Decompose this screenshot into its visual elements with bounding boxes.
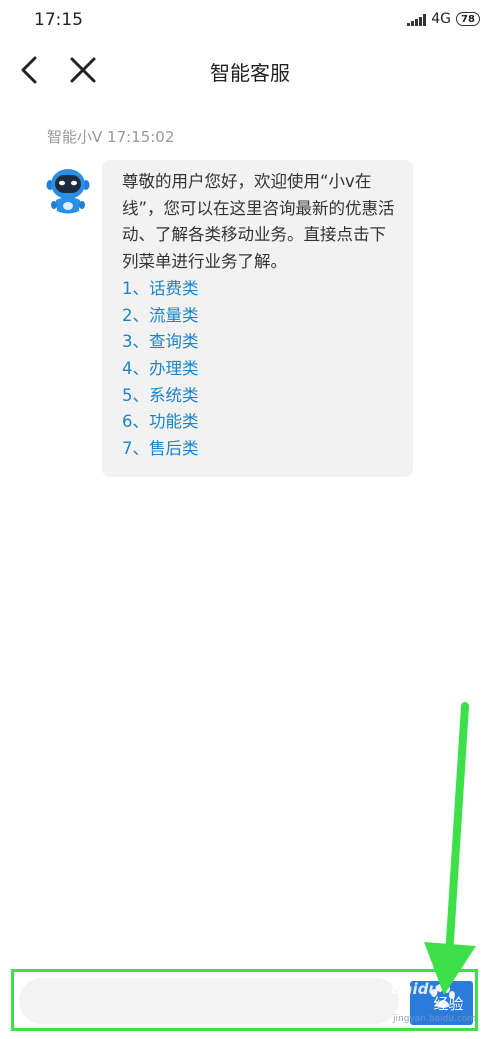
page-title: 智能客服 bbox=[210, 61, 290, 85]
menu-item-function[interactable]: 6、功能类 bbox=[122, 409, 397, 436]
welcome-message: 尊敬的用户您好，欢迎使用“小v在线”，您可以在这里咨询最新的优惠活动、了解各类移… bbox=[122, 172, 395, 272]
menu-item-system[interactable]: 5、系统类 bbox=[122, 383, 397, 410]
status-bar: 17:15 4G 78 bbox=[0, 0, 500, 40]
header: 智能客服 bbox=[0, 40, 500, 102]
battery-indicator: 78 bbox=[456, 12, 480, 26]
signal-icon bbox=[407, 13, 427, 26]
menu-item-query[interactable]: 3、查询类 bbox=[122, 329, 397, 356]
menu-item-transact[interactable]: 4、办理类 bbox=[122, 356, 397, 383]
status-time: 17:15 bbox=[34, 10, 83, 30]
send-button[interactable]: 经验 bbox=[410, 981, 473, 1025]
menu-item-fees[interactable]: 1、话费类 bbox=[122, 276, 397, 303]
send-button-label: 经验 bbox=[433, 994, 464, 1013]
status-indicators: 4G 78 bbox=[407, 11, 480, 27]
message-input[interactable] bbox=[19, 978, 399, 1024]
network-type: 4G bbox=[431, 11, 451, 27]
message-bubble: 尊敬的用户您好，欢迎使用“小v在线”，您可以在这里咨询最新的优惠活动、了解各类移… bbox=[102, 160, 413, 477]
menu-list: 1、话费类 2、流量类 3、查询类 4、办理类 5、系统类 6、功能类 7、售后… bbox=[122, 276, 397, 463]
annotation-arrow bbox=[424, 702, 476, 995]
menu-item-data[interactable]: 2、流量类 bbox=[122, 303, 397, 330]
sender-name-time: 智能小V 17:15:02 bbox=[47, 128, 175, 146]
robot-avatar-icon bbox=[46, 166, 90, 216]
menu-item-aftersales[interactable]: 7、售后类 bbox=[122, 436, 397, 463]
